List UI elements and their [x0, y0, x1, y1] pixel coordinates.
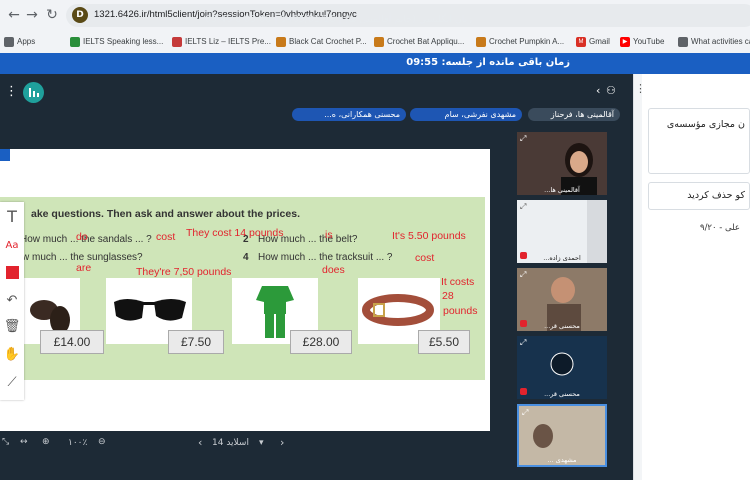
line-chart-icon[interactable]: ⟋: [3, 374, 21, 392]
next-slide-icon[interactable]: ›: [280, 436, 284, 449]
webcam-name: احمدی زاده...: [543, 254, 581, 262]
bookmark-2[interactable]: IELTS Liz – IELTS Pre...: [172, 35, 271, 48]
annotation-28: 28: [442, 290, 454, 302]
annotation-is: is: [325, 229, 333, 241]
arrows-icon[interactable]: ↔: [20, 437, 28, 447]
expand-icon[interactable]: ⤢: [520, 134, 529, 143]
webcam-1[interactable]: ⤢ آقالمینی ها...: [517, 132, 607, 195]
zoom-level: ۱۰۰٪: [68, 438, 88, 448]
back-icon[interactable]: ←: [6, 7, 22, 23]
session-timer-bar: زمان باقی مانده از جلسه: 09:55: [0, 53, 750, 74]
chevron-down-icon[interactable]: ▾: [259, 438, 264, 448]
annotation-cost: cost: [156, 231, 176, 243]
app-logo-icon: [23, 82, 44, 103]
whiteboard-toolbar: T Aa ↶ 🗑 ✋ ⟋: [0, 202, 24, 400]
browser-chrome: ← → ↻ D 1321.6426.ir/html5client/join?se…: [0, 0, 750, 53]
bookmarks-bar: Apps IELTS Speaking less... IELTS Liz – …: [0, 30, 750, 52]
expand-icon[interactable]: ⤢: [520, 338, 529, 347]
presentation-controls: ⤡ ↔ ⊕ ۱۰۰٪ ⊖ ‹ اسلاید 14 ▾ ›: [0, 433, 490, 455]
bookmark-youtube[interactable]: ▶ YouTube: [620, 35, 664, 48]
zoom-in-icon[interactable]: ⊕: [42, 437, 50, 447]
slide-instruction: ake questions. Then ask and answer about…: [31, 208, 300, 220]
price-tag-belt: £5.50: [418, 330, 470, 354]
site-icon: D: [72, 7, 88, 23]
text-tool-icon[interactable]: T: [3, 208, 21, 226]
price-tag-tracksuit: £28.00: [290, 330, 352, 354]
webcam-name: محسنی قر...: [544, 322, 580, 330]
annotation-does: does: [322, 264, 345, 276]
participants-icon[interactable]: ⚇: [606, 84, 616, 97]
bookmark-8[interactable]: What activities ca: [678, 35, 750, 48]
panel-divider[interactable]: ⋮: [633, 74, 646, 480]
menu-dots-icon[interactable]: ⋮: [5, 84, 18, 99]
bookmark-favicon: [276, 36, 286, 47]
bookmark-favicon: [678, 36, 688, 47]
undo-icon[interactable]: ↶: [3, 292, 21, 310]
speaker-chip-2[interactable]: مشهدی نفرشی، سام: [410, 108, 522, 121]
webcam-4[interactable]: ⤢ محسنی قر...: [517, 336, 607, 399]
webcam-name: محسنی قر...: [544, 390, 580, 398]
bookmark-favicon: [172, 36, 182, 47]
price-tag-sunglasses: £7.50: [168, 330, 224, 354]
annotation-theyre-750: They're 7,50 pounds: [136, 266, 232, 278]
bookmark-apps[interactable]: Apps: [4, 35, 35, 48]
bookmark-1[interactable]: IELTS Speaking less...: [70, 35, 163, 48]
bookmark-5[interactable]: Crochet Pumpkin A...: [476, 35, 564, 48]
reload-icon[interactable]: ↻: [44, 7, 60, 23]
annotation-cost-2: cost: [415, 252, 435, 264]
session-timer: زمان باقی مانده از جلسه: 09:55: [406, 57, 570, 68]
expand-icon[interactable]: ⤢: [522, 408, 531, 417]
meeting-title: زبان انگلیسی (خانم آقالمینی ها) | 1405/0…: [205, 14, 472, 25]
chat-row-3: علی - ۹/۲۰: [700, 223, 741, 233]
trash-icon[interactable]: 🗑: [3, 318, 21, 336]
expand-icon[interactable]: ⤢: [520, 270, 529, 279]
apps-icon: [4, 36, 14, 47]
presentation-corner-tab[interactable]: [0, 149, 10, 161]
annotation-do: do: [76, 231, 88, 243]
fit-width-icon[interactable]: ⤡: [2, 437, 9, 447]
annotation-its-550: It's 5.50 pounds: [392, 230, 466, 242]
chat-message-1: ن مجازی مؤسسه‌ی: [648, 108, 750, 174]
bookmark-favicon: [70, 36, 80, 47]
webcam-name: مشهدی ...: [547, 456, 577, 464]
annotation-they-cost-14: They cost 14 pounds: [186, 227, 284, 239]
forward-icon[interactable]: →: [24, 7, 40, 23]
font-size-icon[interactable]: Aa: [3, 237, 21, 255]
bookmark-favicon: [476, 36, 486, 47]
expand-icon[interactable]: ⤢: [520, 202, 529, 211]
gmail-icon: M: [576, 36, 586, 47]
slide-selector[interactable]: اسلاید 14: [212, 438, 249, 448]
chat-message-2: کو حذف کردید: [648, 182, 750, 210]
bookmark-gmail[interactable]: M Gmail: [576, 35, 610, 48]
bookmark-3[interactable]: Black Cat Crochet P...: [276, 35, 367, 48]
annotation-it-costs: It costs: [441, 276, 475, 288]
annotation-are: are: [76, 262, 92, 274]
slide-q4: How much ... the tracksuit ... ?: [258, 252, 393, 263]
speaker-chip-3[interactable]: محسنی همکارانی، ه...: [292, 108, 406, 121]
chevron-left-icon[interactable]: ‹: [596, 84, 600, 97]
webcam-2[interactable]: ⤢ احمدی زاده...: [517, 200, 607, 263]
bookmark-favicon: [374, 36, 384, 47]
price-tag-sandals: £14.00: [40, 330, 104, 354]
webcam-name: آقالمینی ها...: [544, 186, 580, 194]
zoom-out-icon[interactable]: ⊖: [98, 437, 106, 447]
hand-icon[interactable]: ✋: [3, 346, 21, 364]
youtube-icon: ▶: [620, 36, 630, 47]
bookmark-4[interactable]: Crochet Bat Appliqu...: [374, 35, 464, 48]
webcam-5[interactable]: ⤢ مشهدی ...: [517, 404, 607, 467]
webcam-3[interactable]: ⤢ محسنی قر...: [517, 268, 607, 331]
color-picker-icon[interactable]: [3, 264, 21, 282]
prev-slide-icon[interactable]: ‹: [198, 436, 202, 449]
annotation-pounds: pounds: [443, 305, 478, 317]
slide-q4-num: 4: [243, 252, 249, 263]
speaker-chip-1[interactable]: آقالمینی ها، فرحناز: [528, 108, 620, 121]
